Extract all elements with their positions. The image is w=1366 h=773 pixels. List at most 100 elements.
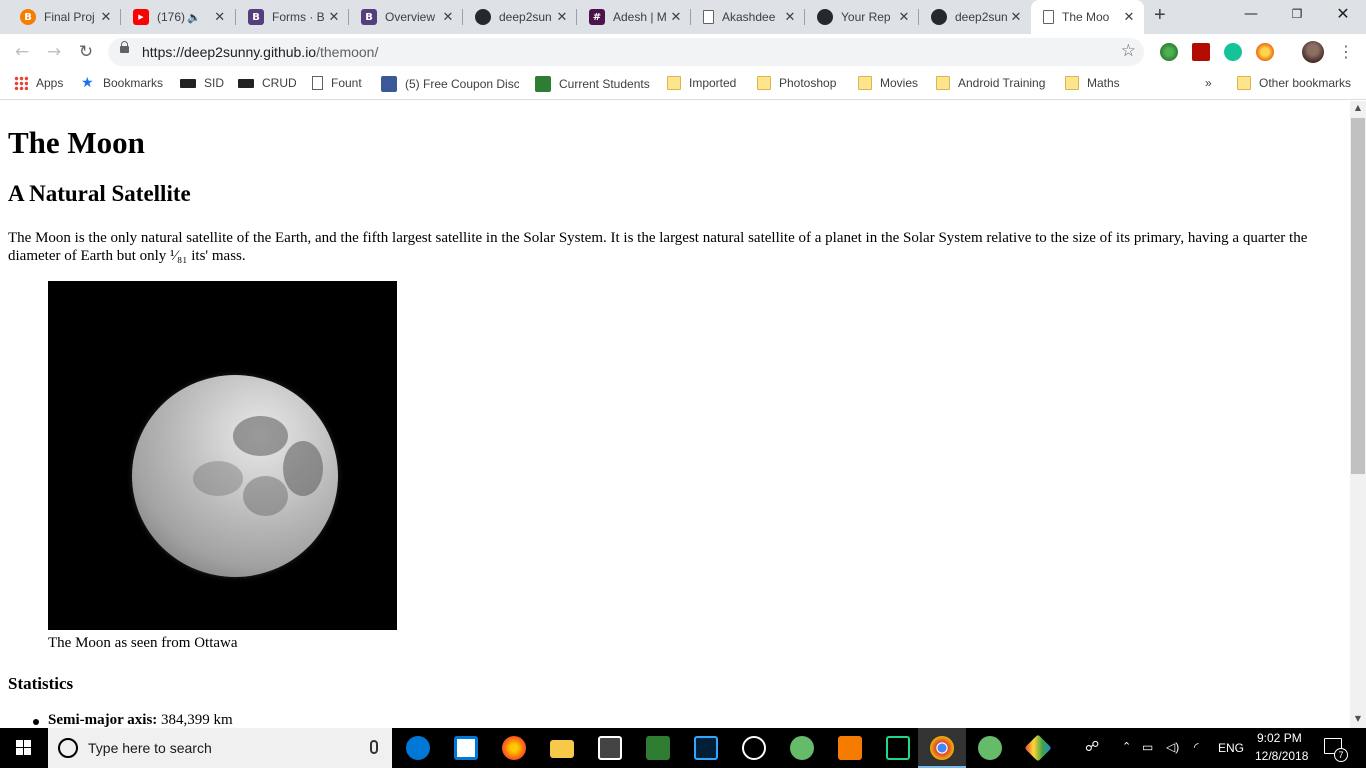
pdf-extension-icon[interactable] [1192,43,1210,61]
tab-9[interactable]: deep2sun ✕ [919,0,1031,34]
bookmark-fount[interactable]: Fount [312,76,362,90]
close-icon[interactable]: ✕ [325,10,343,25]
avatar[interactable] [1302,41,1324,63]
alarm-clock-icon[interactable] [742,736,766,760]
folder-icon [1065,76,1079,90]
page-icon [312,76,323,90]
close-icon[interactable]: ✕ [1120,10,1138,25]
chevron-up-icon[interactable]: ⌃ [1122,740,1131,753]
forward-button[interactable]: → [42,41,66,63]
bookmark-current-students[interactable]: Current Students [535,76,650,92]
close-icon[interactable]: ✕ [667,10,685,25]
slack-icon: # [589,9,605,25]
scrollbar-thumb[interactable] [1351,118,1365,474]
language-indicator[interactable]: ENG [1218,741,1244,755]
lock-icon [120,41,129,53]
bookmark-folder-maths[interactable]: Maths [1065,76,1120,90]
tab-3[interactable]: B Forms · B ✕ [236,0,349,34]
menu-icon[interactable]: ⋮ [1338,42,1354,61]
atom-icon[interactable] [978,736,1002,760]
back-button[interactable]: ← [10,41,34,63]
url-text[interactable]: https://deep2sunny.github.io/themoon/ [142,44,378,60]
scroll-down-arrow-icon[interactable]: ▼ [1350,714,1366,728]
bookmark-apps[interactable]: Apps [14,76,63,90]
wifi-icon[interactable]: ◜ [1194,740,1199,754]
chrome-icon[interactable] [930,736,954,760]
close-icon[interactable]: ✕ [781,10,799,25]
bookmark-label: CRUD [262,76,297,90]
minimize-button[interactable]: — [1228,0,1274,30]
clock-date[interactable]: 12/8/2018 [1255,749,1308,763]
tab-1[interactable]: B Final Proj ✕ [8,0,121,34]
blogger-icon: B [20,9,36,25]
reload-button[interactable]: ↻ [74,41,98,63]
list-item: Semi-major axis: 384,399 km [33,712,233,728]
media-player-icon[interactable] [838,736,862,760]
bookmark-bookmarks[interactable]: ★ Bookmarks [81,76,163,90]
bookmark-coupon[interactable]: (5) Free Coupon Disc [381,76,519,92]
photoshop-icon[interactable] [694,736,718,760]
battery-icon[interactable]: ▭ [1142,740,1153,754]
chart-app-icon[interactable] [646,736,670,760]
scrollbar[interactable]: ▲ ▼ [1350,101,1366,728]
tab-4[interactable]: B Overview ✕ [349,0,463,34]
close-icon[interactable]: ✕ [553,10,571,25]
close-icon[interactable]: ✕ [211,10,229,25]
bookmark-other[interactable]: Other bookmarks [1237,76,1351,90]
close-icon[interactable]: ✕ [895,10,913,25]
bookmarks-bar: Apps ★ Bookmarks SID CRUD Fount (5) Free… [0,70,1366,100]
star-icon[interactable]: ☆ [1121,41,1136,61]
bootstrap-icon: B [248,9,264,25]
close-icon[interactable]: ✕ [1007,10,1025,25]
bookmark-folder-android[interactable]: Android Training [936,76,1045,90]
file-explorer-icon[interactable] [550,740,574,758]
taskbar-search[interactable]: Type here to search [48,728,392,768]
atom-icon[interactable] [790,736,814,760]
store-icon[interactable] [454,736,478,760]
close-window-button[interactable]: ✕ [1320,0,1366,30]
tab-6[interactable]: # Adesh | M ✕ [577,0,691,34]
git-kraken-icon[interactable] [1024,734,1052,762]
firefox-icon[interactable] [502,736,526,760]
people-icon[interactable]: ☍ [1085,738,1099,755]
close-icon[interactable]: ✕ [439,10,457,25]
windows-taskbar: Type here to search ☍ ⌃ ▭ ◁) ◜ ENG 9:02 … [0,728,1366,768]
extension-globe-icon[interactable] [1160,43,1178,61]
bookmark-crud[interactable]: CRUD [238,76,297,90]
calculator-icon[interactable] [598,736,622,760]
address-bar[interactable]: https://deep2sunny.github.io/themoon/ ☆ [108,38,1144,66]
windows-logo-icon [16,740,31,755]
bookmark-folder-imported[interactable]: Imported [667,76,736,90]
fire-extension-icon[interactable] [1256,43,1274,61]
tab-7[interactable]: Akashdee ✕ [691,0,805,34]
bookmark-folder-photoshop[interactable]: Photoshop [757,76,836,90]
tab-title: Forms · B [272,10,325,24]
restore-button[interactable]: ❐ [1274,0,1320,30]
new-tab-button[interactable]: + [1154,4,1166,27]
bookmarks-overflow-button[interactable]: » [1205,76,1212,90]
tab-strip: B Final Proj ✕ ▶ (176) 🔈 ✕ B Forms · B ✕… [0,0,1366,34]
tab-8[interactable]: Your Rep ✕ [805,0,919,34]
tab-title: Akashdee [722,10,776,24]
moon-mare [193,461,243,496]
grammarly-icon[interactable] [1224,43,1242,61]
tab-title: Adesh | M [613,10,667,24]
moon-mare [233,416,288,456]
bookmark-folder-movies[interactable]: Movies [858,76,918,90]
windows-start-button[interactable] [0,728,48,768]
speaker-icon[interactable]: 🔈 [187,11,201,24]
bookmark-sid[interactable]: SID [180,76,224,90]
close-icon[interactable]: ✕ [97,10,115,25]
volume-icon[interactable]: ◁) [1166,740,1179,754]
stat-value: 384,399 km [157,712,233,728]
microphone-icon[interactable] [370,740,378,754]
edge-icon[interactable] [406,736,430,760]
tab-5[interactable]: deep2sun ✕ [463,0,577,34]
pycharm-icon[interactable] [886,736,910,760]
scroll-up-arrow-icon[interactable]: ▲ [1350,103,1366,117]
tab-10-active[interactable]: The Moo ✕ [1031,0,1144,34]
bootstrap-icon: B [361,9,377,25]
tab-2[interactable]: ▶ (176) 🔈 ✕ [121,0,236,34]
clock-time[interactable]: 9:02 PM [1257,731,1302,745]
bookmark-label: Imported [689,76,737,90]
